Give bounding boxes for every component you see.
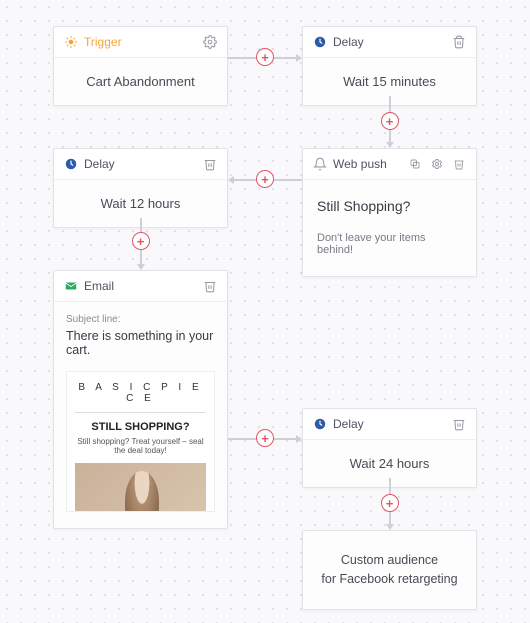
trash-icon[interactable] xyxy=(452,417,466,431)
trash-icon[interactable] xyxy=(203,279,217,293)
preview-image xyxy=(75,463,206,511)
node-delay-24h[interactable]: Delay Wait 24 hours xyxy=(302,408,477,488)
node-body: Cart Abandonment xyxy=(54,58,227,105)
add-step-button[interactable]: + xyxy=(132,232,150,250)
arrow-icon xyxy=(386,142,394,148)
bell-icon xyxy=(313,157,327,171)
subject-text: There is something in your cart. xyxy=(66,329,215,357)
node-body: Still Shopping? Don't leave your items b… xyxy=(303,180,476,276)
node-type-label: Delay xyxy=(84,157,197,171)
audience-line1: Custom audience xyxy=(313,551,466,570)
trash-icon[interactable] xyxy=(452,157,466,171)
node-header: Web push xyxy=(303,149,476,180)
clock-icon xyxy=(313,35,327,49)
divider xyxy=(75,412,206,413)
arrow-icon xyxy=(228,176,234,184)
node-type-label: Web push xyxy=(333,157,402,171)
workflow-canvas: Trigger Cart Abandonment Delay Wait 15 m… xyxy=(0,0,530,623)
add-step-button[interactable]: + xyxy=(381,112,399,130)
subject-label: Subject line: xyxy=(66,314,215,325)
node-body: Subject line: There is something in your… xyxy=(54,302,227,528)
envelope-icon xyxy=(64,279,78,293)
audience-line2: for Facebook retargeting xyxy=(313,570,466,589)
sun-icon xyxy=(64,35,78,49)
node-delay-15min[interactable]: Delay Wait 15 minutes xyxy=(302,26,477,106)
add-step-button[interactable]: + xyxy=(256,48,274,66)
arrow-icon xyxy=(137,264,145,270)
node-header: Email xyxy=(54,271,227,302)
node-type-label: Delay xyxy=(333,417,446,431)
node-header: Trigger xyxy=(54,27,227,58)
node-header: Delay xyxy=(54,149,227,180)
node-type-label: Email xyxy=(84,279,197,293)
gear-icon[interactable] xyxy=(203,35,217,49)
preview-tagline: Still shopping? Treat yourself – seal th… xyxy=(75,437,206,455)
node-webpush[interactable]: Web push Still Shopping? Don't leave you… xyxy=(302,148,477,277)
copy-icon[interactable] xyxy=(408,157,422,171)
add-step-button[interactable]: + xyxy=(256,170,274,188)
clock-icon xyxy=(313,417,327,431)
node-trigger[interactable]: Trigger Cart Abandonment xyxy=(53,26,228,106)
trash-icon[interactable] xyxy=(203,157,217,171)
arrow-icon xyxy=(296,54,302,62)
trash-icon[interactable] xyxy=(452,35,466,49)
gear-icon[interactable] xyxy=(430,157,444,171)
node-type-label: Delay xyxy=(333,35,446,49)
webpush-subtext: Don't leave your items behind! xyxy=(317,232,462,256)
preview-brand: B A S I C P I E C E xyxy=(75,382,206,404)
preview-heading: STILL SHOPPING? xyxy=(75,421,206,433)
clock-icon xyxy=(64,157,78,171)
node-type-label: Trigger xyxy=(84,35,197,49)
webpush-headline: Still Shopping? xyxy=(317,198,462,214)
node-delay-12h[interactable]: Delay Wait 12 hours xyxy=(53,148,228,228)
arrow-icon xyxy=(296,435,302,443)
add-step-button[interactable]: + xyxy=(381,494,399,512)
node-header: Delay xyxy=(303,27,476,58)
node-email[interactable]: Email Subject line: There is something i… xyxy=(53,270,228,529)
node-header: Delay xyxy=(303,409,476,440)
email-preview: B A S I C P I E C E STILL SHOPPING? Stil… xyxy=(66,371,215,512)
node-audience[interactable]: Custom audience for Facebook retargeting xyxy=(302,530,477,610)
add-step-button[interactable]: + xyxy=(256,429,274,447)
arrow-icon xyxy=(386,524,394,530)
node-body: Custom audience for Facebook retargeting xyxy=(303,531,476,609)
